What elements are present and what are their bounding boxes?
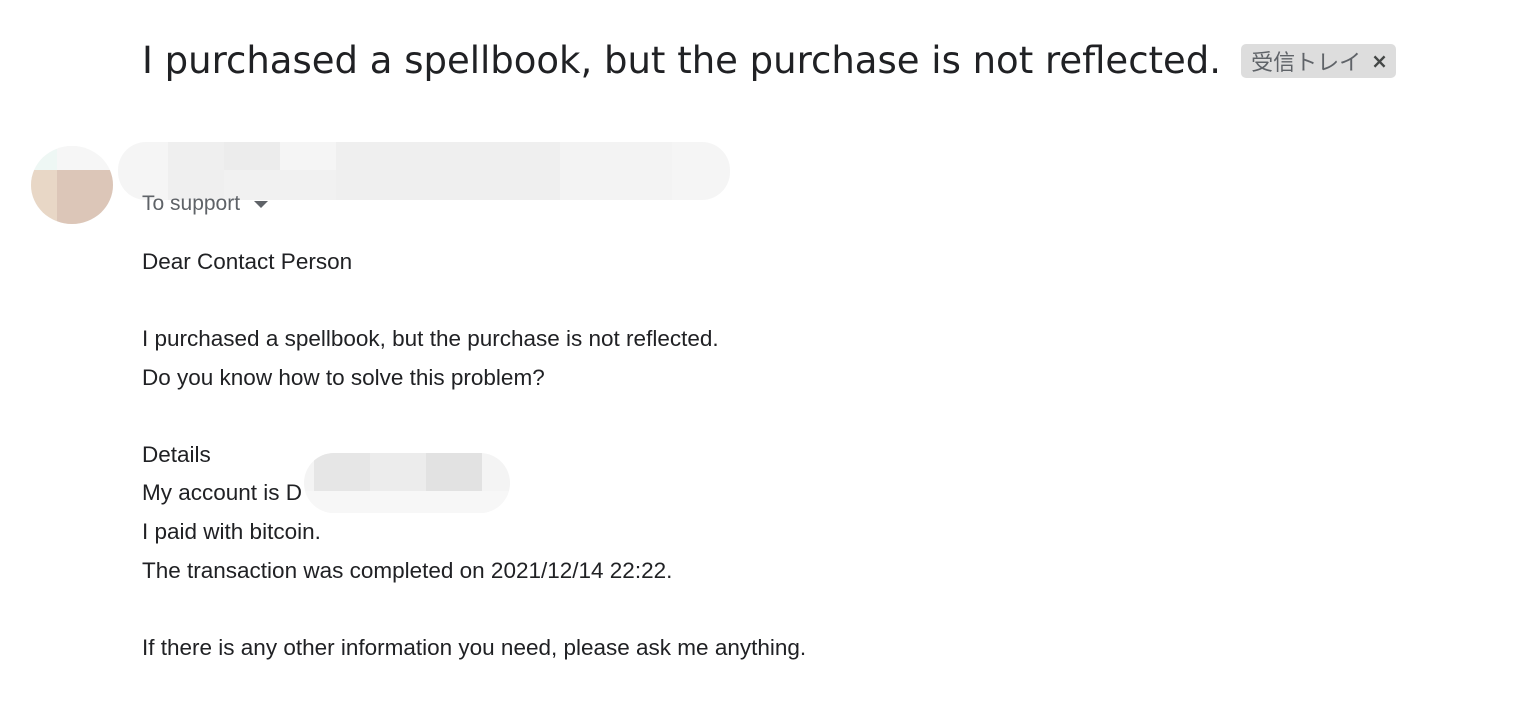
body-line: I paid with bitcoin. [142, 519, 321, 545]
email-body: Dear Contact Person I purchased a spellb… [142, 243, 806, 667]
close-icon[interactable]: × [1371, 49, 1388, 73]
inbox-label-chip[interactable]: 受信トレイ × [1241, 44, 1396, 78]
recipient-text: To support [142, 192, 241, 215]
body-closing: If there is any other information you ne… [142, 634, 807, 660]
body-line: I purchased a spellbook, but the purchas… [142, 326, 719, 351]
email-subject: I purchased a spellbook, but the purchas… [142, 39, 1222, 82]
sender-avatar[interactable] [31, 146, 113, 224]
account-prefix: My account is D [142, 480, 303, 505]
inbox-label-text: 受信トレイ [1251, 51, 1362, 76]
body-account-line: My account is D [142, 453, 806, 514]
body-line: Do you know how to solve this problem? [142, 364, 545, 390]
email-header: I purchased a spellbook, but the purchas… [142, 34, 1396, 88]
account-id-redacted [304, 453, 511, 514]
body-greeting: Dear Contact Person [142, 249, 353, 274]
recipient-line: To support [142, 192, 269, 216]
body-line: The transaction was completed on 2021/12… [142, 557, 673, 583]
caret-down-icon[interactable] [254, 200, 269, 208]
